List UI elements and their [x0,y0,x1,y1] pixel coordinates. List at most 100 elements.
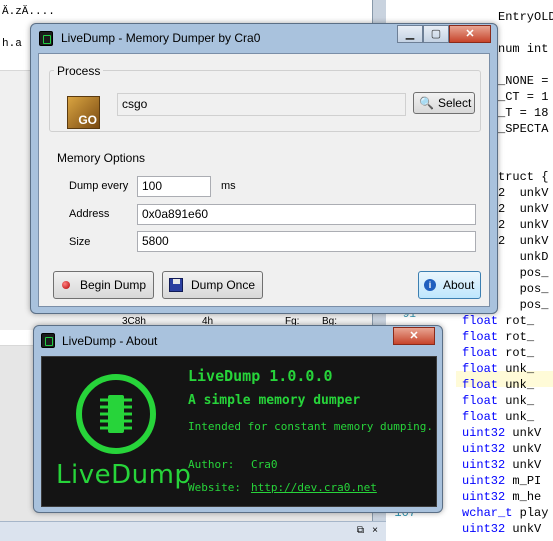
code-text: _NONE = [498,74,549,88]
code-keyword: float [462,330,499,344]
size-input[interactable]: 5800 [137,231,476,252]
code-text: _T = 18 [498,106,549,120]
code-line: 2 unkV [498,233,548,249]
code-line: _CT = 1 [498,89,548,105]
author-value: Cra0 [251,458,278,471]
code-text: EntryOLD; [498,10,553,24]
code-text: 2 unkV [498,234,549,248]
dock-tab-bar: ⧉ × [0,521,386,541]
code-text: rot_ [505,346,535,360]
code-text: m_he [512,490,542,504]
code-keyword: float [462,410,499,424]
select-label: Select [437,96,472,110]
code-line: float rot_ [462,329,534,345]
code-text: pos_ [498,282,549,296]
begin-dump-button[interactable]: Begin Dump [53,271,154,299]
about-app-icon [41,333,55,348]
about-window-controls: ✕ [393,327,435,345]
code-keyword: wchar_t [462,506,513,520]
code-keyword: float [462,346,499,360]
hex-text-line: h.a [2,38,22,51]
code-line: uint32 m_PI [462,473,541,489]
code-line: uint32 unkV [462,457,541,473]
about-titlebar[interactable]: LiveDump - About ✕ [34,326,442,356]
code-text: unkD [498,250,549,264]
app-name-version: LiveDump 1.0.0.0 [188,367,333,385]
code-text: unkV [512,458,542,472]
code-line: float unk_ [462,393,534,409]
code-line: _NONE = [498,73,548,89]
code-text: 2 unkV [498,186,549,200]
record-icon [62,281,70,289]
code-text: unk_ [505,410,535,424]
search-icon: 🔍 [419,96,434,110]
code-text: 2 unkV [498,218,549,232]
about-close-button[interactable]: ✕ [393,327,435,345]
code-keyword: float [462,362,499,376]
about-label: About [443,278,475,292]
maximize-button[interactable]: ▢ [423,25,449,43]
logo-wordmark: LiveDump [56,460,192,490]
code-text: unkV [512,522,542,536]
code-keyword: uint32 [462,442,506,456]
website-link[interactable]: http://dev.cra0.net [251,481,377,494]
code-text: _SPECTA [498,122,549,136]
code-line: float unk_ [462,361,534,377]
code-line: uint32 m_he [462,489,541,505]
about-button[interactable]: i About [418,271,481,299]
address-label: Address [69,208,110,220]
main-window: LiveDump - Memory Dumper by Cra0 ▁ ▢ ✕ P… [30,23,498,314]
main-client-area: Process GO csgo 🔍 Select Memory Options … [38,53,490,307]
code-keyword: float [462,394,499,408]
minimize-button[interactable]: ▁ [397,25,423,43]
code-keyword: uint32 [462,426,506,440]
code-line: 2 unkV [498,201,548,217]
code-text: 2 unkV [498,202,549,216]
code-keyword: uint32 [462,522,506,536]
dump-once-label: Dump Once [191,278,256,292]
main-titlebar[interactable]: LiveDump - Memory Dumper by Cra0 ▁ ▢ ✕ [31,24,497,54]
dump-every-input[interactable]: 100 [137,176,211,197]
code-keyword: float [462,378,499,392]
size-label: Size [69,236,91,248]
code-line: unkD [498,249,549,265]
livedump-logo-icon [76,374,156,454]
code-keyword: uint32 [462,474,506,488]
about-window: LiveDump - About ✕ LiveDump LiveDump 1.0… [33,325,443,513]
dump-once-button[interactable]: Dump Once [162,271,263,299]
restore-icon[interactable]: ⧉ [357,525,364,536]
code-text: unkV [512,426,542,440]
begin-dump-label: Begin Dump [80,278,147,292]
ms-label: ms [221,180,236,192]
code-text: unk_ [505,394,535,408]
code-keyword: uint32 [462,458,506,472]
code-text: pos_ [498,266,549,280]
code-line: truct { [498,169,548,185]
select-process-button[interactable]: 🔍 Select [413,92,475,114]
process-icon-text: GO [78,113,97,127]
close-button[interactable]: ✕ [449,25,491,43]
address-input[interactable]: 0x0a891e60 [137,204,476,225]
process-name-field: csgo [117,93,406,116]
code-text: unkV [512,442,542,456]
code-line: float rot_ [462,345,534,361]
code-line: wchar_t play 107 [394,505,549,521]
code-line: num int [498,41,548,57]
about-client-area: LiveDump LiveDump 1.0.0.0 A simple memor… [41,356,437,507]
about-window-title: LiveDump - About [62,334,158,348]
code-text: num int [498,42,549,56]
code-line: 2 unkV [498,185,548,201]
code-text: play [519,506,549,520]
code-line: pos_ [498,297,549,313]
main-window-title: LiveDump - Memory Dumper by Cra0 [61,31,261,45]
code-line: _T = 18 [498,105,548,121]
close-icon[interactable]: × [372,525,378,536]
code-line: uint32 unkV [462,441,541,457]
code-line: float rot_ [462,313,534,329]
window-controls: ▁ ▢ ✕ [397,25,491,43]
save-icon [169,278,183,292]
code-line: float unk_ [462,409,534,425]
memory-options-label: Memory Options [54,151,149,165]
code-text: unk_ [505,378,535,392]
code-line: 2 unkV [498,217,548,233]
